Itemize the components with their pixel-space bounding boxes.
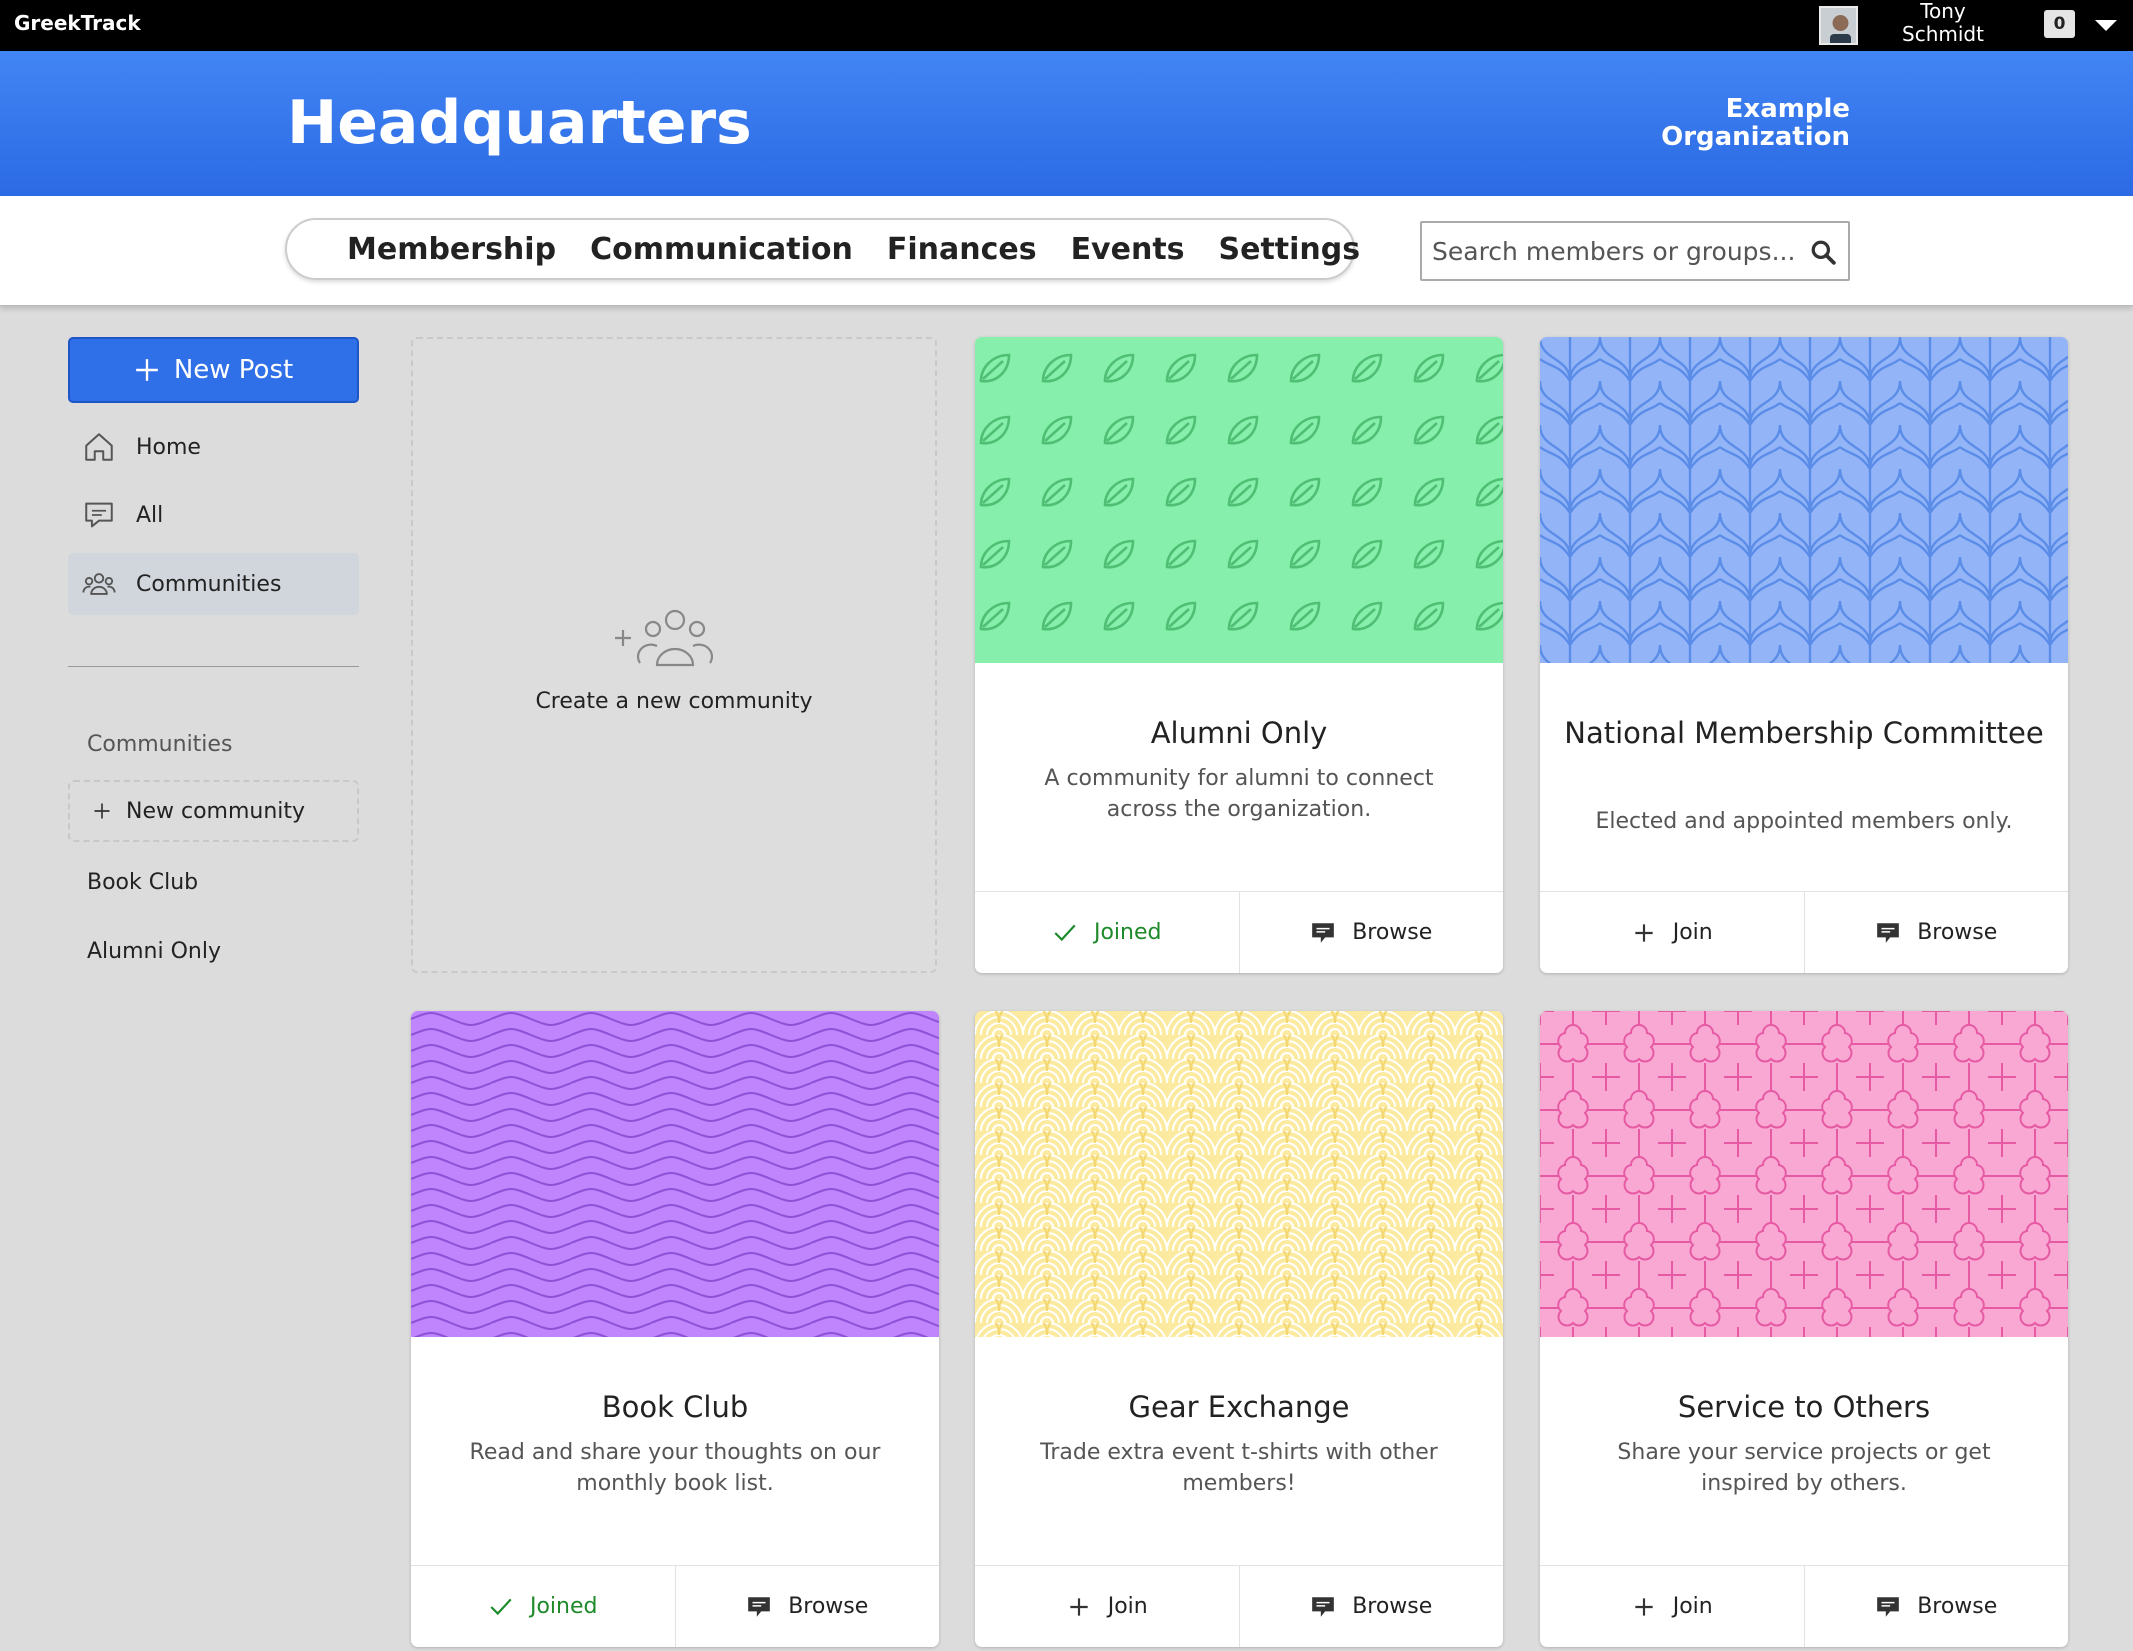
card-actions: Join Browse [975, 1565, 1503, 1647]
browse-label: Browse [1352, 1594, 1433, 1619]
join-button[interactable]: Join [1540, 1566, 1804, 1647]
join-button[interactable]: Join [1540, 892, 1804, 973]
browse-button[interactable]: Browse [1803, 892, 2069, 973]
joined-button[interactable]: Joined [975, 892, 1239, 973]
community-description: Read and share your thoughts on our mont… [469, 1440, 881, 1496]
search-icon[interactable] [1810, 239, 1836, 265]
home-outline-icon [85, 433, 113, 461]
comment-icon [1312, 1596, 1335, 1617]
card-actions: Joined Browse [975, 891, 1503, 973]
check-icon [1054, 924, 1076, 941]
sidebar-item-label: Home [136, 434, 201, 460]
page-header: Headquarters Example Organization [0, 51, 2133, 196]
browse-label: Browse [1917, 1594, 1998, 1619]
new-post-label: New Post [173, 355, 294, 385]
nav-events[interactable]: Events [1071, 232, 1185, 267]
comment-icon [748, 1596, 771, 1617]
sidebar-item-label: All [136, 502, 164, 528]
sidebar-community-link[interactable]: Alumni Only [87, 939, 221, 964]
join-label: Join [1672, 1594, 1713, 1619]
page-title: Headquarters [287, 88, 752, 158]
new-community-label: New community [126, 798, 306, 824]
browse-button[interactable]: Browse [1238, 892, 1504, 973]
sidebar-divider [68, 666, 359, 667]
community-description: Elected and appointed members only. [1595, 809, 2013, 834]
nav-membership[interactable]: Membership [347, 232, 556, 267]
sidebar-item-communities[interactable]: Communities [68, 553, 359, 615]
community-banner [975, 1011, 1503, 1337]
add-group-icon [615, 609, 714, 667]
plus-icon [1070, 1597, 1088, 1616]
community-card: National Membership Committee Elected an… [1540, 337, 2068, 973]
community-description: Trade extra event t-shirts with other me… [1040, 1440, 1438, 1496]
sidebar-community-link[interactable]: Book Club [87, 870, 198, 895]
organization-name: Example Organization [1661, 94, 1850, 152]
sidebar-item-label: Communities [136, 571, 282, 597]
create-community-label: Create a new community [535, 689, 813, 714]
check-icon [490, 1598, 512, 1615]
sidebar-item-home[interactable]: Home [68, 416, 359, 478]
new-community-button[interactable]: New community [68, 780, 359, 842]
community-title: National Membership Committee [1564, 716, 2044, 750]
join-button[interactable]: Join [975, 1566, 1239, 1647]
community-card: Alumni Only A community for alumni to co… [975, 337, 1503, 973]
community-title: Book Club [601, 1390, 749, 1424]
card-actions: Join Browse [1540, 1565, 2068, 1647]
plus-icon [135, 359, 158, 381]
user-name[interactable]: Tony Schmidt [1888, 0, 1998, 46]
top-bar: GreekTrack Tony Schmidt 0 [0, 0, 2133, 51]
app-brand[interactable]: GreekTrack [14, 11, 141, 35]
create-community-card[interactable]: Create a new community [411, 337, 937, 973]
browse-button[interactable]: Browse [674, 1566, 940, 1647]
plus-icon [94, 803, 110, 819]
search-box [1420, 221, 1850, 281]
community-title: Alumni Only [1150, 716, 1328, 750]
new-post-button[interactable]: New Post [68, 337, 359, 403]
plus-icon [1635, 1597, 1653, 1616]
community-card: Book Club Read and share your thoughts o… [411, 1011, 939, 1647]
community-title: Service to Others [1677, 1390, 1931, 1424]
comment-icon [1877, 1596, 1900, 1617]
community-description: A community for alumni to connect across… [1044, 766, 1434, 822]
join-label: Join [1107, 1594, 1148, 1619]
communities-section-label: Communities [87, 732, 233, 757]
community-card: Gear Exchange Trade extra event t-shirts… [975, 1011, 1503, 1647]
nav-finances[interactable]: Finances [887, 232, 1037, 267]
comment-icon [1312, 922, 1335, 943]
sidebar-item-all[interactable]: All [68, 484, 359, 546]
users-icon [82, 573, 116, 595]
browse-button[interactable]: Browse [1803, 1566, 2069, 1647]
main-nav: Membership Communication Finances Events… [285, 218, 1360, 280]
notification-badge[interactable]: 0 [2044, 10, 2075, 38]
browse-button[interactable]: Browse [1238, 1566, 1504, 1647]
search-input[interactable] [1432, 233, 1802, 269]
community-card: Service to Others Share your service pro… [1540, 1011, 2068, 1647]
browse-label: Browse [1352, 920, 1433, 945]
community-banner [1540, 1011, 2068, 1337]
community-title: Gear Exchange [1128, 1390, 1350, 1424]
browse-label: Browse [1917, 920, 1998, 945]
nav-row: Membership Communication Finances Events… [0, 196, 2133, 306]
card-actions: Join Browse [1540, 891, 2068, 973]
browse-label: Browse [788, 1594, 869, 1619]
comment-icon [1877, 922, 1900, 943]
chevron-down-icon[interactable] [2095, 20, 2117, 31]
joined-label: Joined [1093, 920, 1162, 945]
community-description: Share your service projects or get inspi… [1617, 1440, 1991, 1496]
nav-settings[interactable]: Settings [1219, 232, 1361, 267]
community-banner [1540, 337, 2068, 663]
nav-communication[interactable]: Communication [590, 232, 853, 267]
card-actions: Joined Browse [411, 1565, 939, 1647]
joined-label: Joined [529, 1594, 598, 1619]
user-avatar[interactable] [1819, 6, 1858, 45]
plus-icon [1635, 923, 1653, 942]
chat-icon [85, 502, 113, 528]
community-banner [411, 1011, 939, 1337]
community-banner [975, 337, 1503, 663]
join-label: Join [1672, 920, 1713, 945]
joined-button[interactable]: Joined [411, 1566, 675, 1647]
